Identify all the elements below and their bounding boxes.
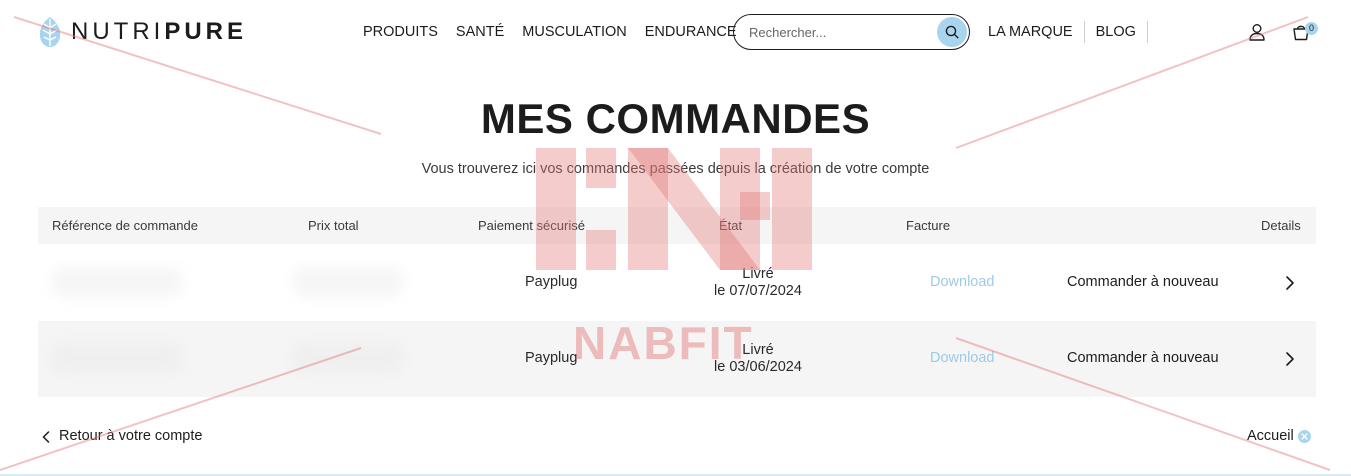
order-state: Livré le 07/07/2024 (688, 266, 828, 300)
reorder-button[interactable]: Commander à nouveau (1067, 350, 1219, 367)
cart-count-badge: 0 (1305, 22, 1318, 35)
nav-item-sante[interactable]: SANTÉ (456, 22, 504, 42)
home-link-label: Accueil (1247, 428, 1294, 444)
page-title: MES COMMANDES (480, 95, 871, 142)
column-header-payment: Paiement sécurisé (478, 218, 585, 233)
payment-method: Payplug (525, 350, 578, 366)
nav-item-produits[interactable]: PRODUITS (363, 22, 438, 42)
main-nav: PRODUITS SANTÉ MUSCULATION ENDURANCE (363, 22, 755, 42)
column-header-details: Details (1261, 218, 1301, 233)
order-reference-redacted (52, 267, 182, 297)
order-price-redacted (293, 267, 403, 297)
invoice-download-link[interactable]: Download (930, 350, 995, 367)
brand-name: NUTRIPURE (71, 16, 247, 48)
nav-item-musculation[interactable]: MUSCULATION (522, 22, 626, 42)
page-subtitle: Vous trouverez ici vos commandes passées… (421, 161, 930, 177)
invoice-download-link[interactable]: Download (930, 274, 995, 291)
state-date: le 07/07/2024 (714, 283, 802, 299)
chevron-left-icon (42, 430, 50, 443)
column-header-invoice: Facture (906, 218, 951, 233)
nav-item-endurance[interactable]: ENDURANCE (645, 22, 737, 42)
secondary-nav: LA MARQUE BLOG (988, 20, 1159, 44)
back-to-account-link[interactable]: Retour à votre compte (42, 428, 202, 445)
payment-method: Payplug (525, 274, 578, 290)
site-header: NUTRIPURE PRODUITS SANTÉ MUSCULATION END… (0, 0, 1351, 64)
brand-name-part1: NUTRI (71, 18, 165, 45)
order-state: Livré le 03/06/2024 (688, 342, 828, 376)
brand-name-part2: PURE (164, 18, 248, 45)
table-row: Payplug Livré le 03/06/2024 Download Comm… (38, 321, 1316, 397)
state-label: Livré (742, 266, 774, 282)
state-label: Livré (742, 342, 774, 358)
order-price-redacted (293, 343, 403, 373)
chevron-right-icon[interactable] (1285, 275, 1295, 291)
search-icon (945, 25, 959, 39)
order-reference-redacted (52, 343, 182, 373)
brand-logo[interactable]: NUTRIPURE (38, 16, 247, 48)
home-link[interactable]: Accueil (1247, 428, 1311, 445)
column-header-reference: Référence de commande (52, 218, 198, 233)
nav-divider (1146, 21, 1148, 43)
nav-item-la-marque[interactable]: LA MARQUE (988, 20, 1073, 44)
search-button[interactable] (937, 16, 967, 47)
search-box (733, 14, 970, 50)
column-header-state: État (719, 218, 743, 233)
nav-item-blog[interactable]: BLOG (1096, 20, 1136, 44)
state-date: le 03/06/2024 (714, 359, 802, 375)
leaf-logo-icon (39, 17, 61, 47)
nav-divider (1083, 21, 1085, 43)
user-icon[interactable] (1248, 23, 1266, 41)
table-row: Payplug Livré le 07/07/2024 Download Comm… (38, 245, 1316, 321)
chevron-right-icon[interactable] (1285, 351, 1295, 367)
column-header-total-price: Prix total (308, 218, 359, 233)
close-icon (1297, 430, 1311, 443)
orders-table-header: Référence de commande Prix total Paiemen… (38, 207, 1316, 244)
back-link-label: Retour à votre compte (59, 428, 203, 444)
search-input[interactable] (749, 23, 929, 41)
reorder-button[interactable]: Commander à nouveau (1067, 274, 1219, 291)
